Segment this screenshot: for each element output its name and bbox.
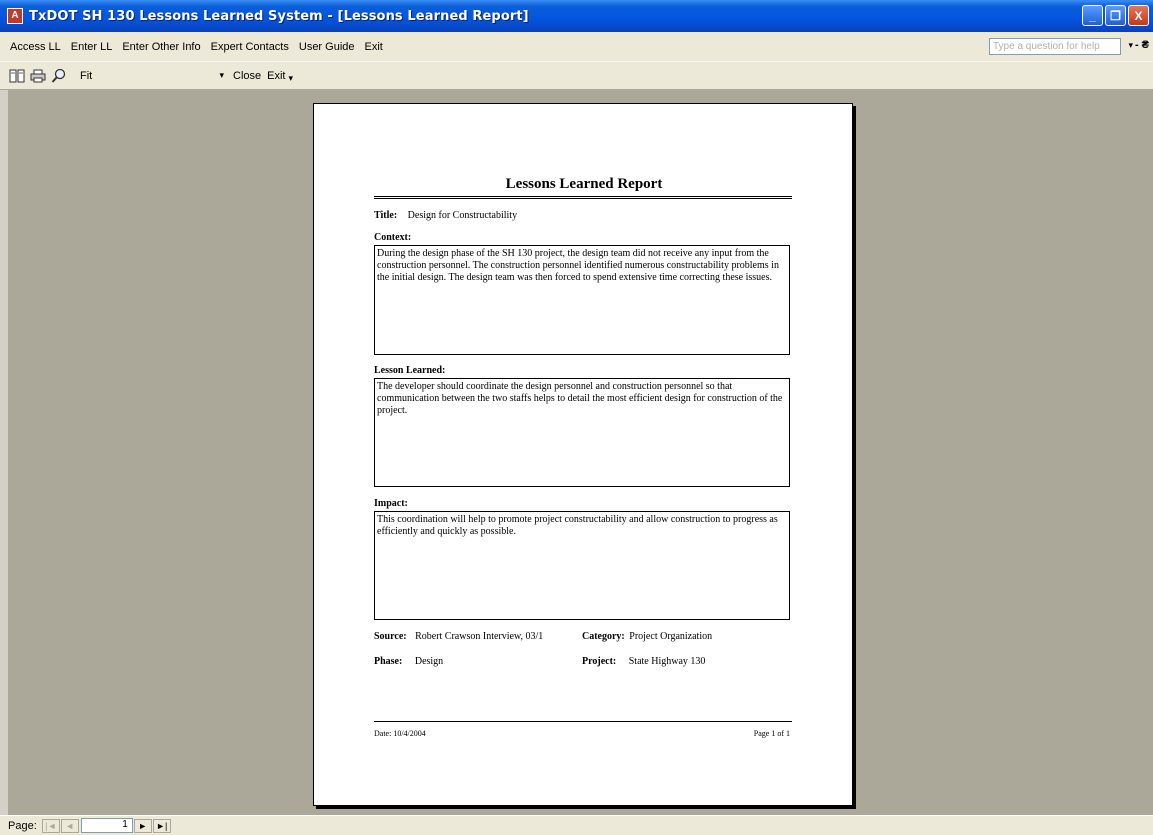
page-label: Page: <box>8 819 37 832</box>
project-value: State Highway 130 <box>628 656 706 667</box>
source-value: Robert Crawson Interview, 03/1 <box>415 631 544 642</box>
footer-date: Date: 10/4/2004 <box>374 729 426 738</box>
title-divider <box>374 196 792 199</box>
report-title: Lessons Learned Report <box>505 176 663 192</box>
next-page-icon: ► <box>138 820 148 831</box>
close-button[interactable]: Close <box>233 70 261 82</box>
title-field: Title: Design for Constructability <box>374 210 517 221</box>
category-label: Category: <box>582 631 625 642</box>
project-field: Project: State Highway 130 <box>582 656 705 667</box>
menu-enter-ll[interactable]: Enter LL <box>71 41 113 53</box>
view-icon[interactable] <box>8 67 26 85</box>
category-field: Category: Project Organization <box>582 631 712 642</box>
last-page-button[interactable]: ►| <box>152 818 171 833</box>
footer-divider <box>374 721 792 722</box>
zoom-icon[interactable] <box>50 67 68 85</box>
next-page-button[interactable]: ► <box>133 818 152 833</box>
restore-button[interactable]: ❐ <box>1105 5 1126 26</box>
window-title: TxDOT SH 130 Lessons Learned System - [L… <box>29 8 529 24</box>
report-page: Lessons Learned Report Title: Design for… <box>313 103 853 806</box>
first-page-button[interactable]: |◄ <box>41 818 60 833</box>
title-label: Title: <box>374 210 398 221</box>
print-icon[interactable] <box>29 67 47 85</box>
zoom-select[interactable]: Fit ▾ <box>77 66 227 85</box>
category-value: Project Organization <box>629 631 713 642</box>
lesson-learned-label: Lesson Learned: <box>374 365 446 376</box>
previous-page-icon: ◄ <box>65 820 75 831</box>
help-question-input[interactable]: Type a question for help <box>989 38 1121 55</box>
context-label: Context: <box>374 232 412 243</box>
title-bar: A TxDOT SH 130 Lessons Learned System - … <box>0 0 1153 32</box>
print-preview-toolbar: Fit ▾ Close Exit ▾ <box>0 62 1153 90</box>
first-page-icon: |◄ <box>45 820 57 831</box>
access-app-icon[interactable]: A <box>7 8 23 24</box>
chevron-down-icon: ▾ <box>219 70 224 80</box>
menu-expert-contacts[interactable]: Expert Contacts <box>211 41 289 53</box>
last-page-icon: ►| <box>156 820 168 831</box>
footer-page-number: Page 1 of 1 <box>753 729 790 738</box>
context-box: During the design phase of the SH 130 pr… <box>374 245 790 355</box>
lesson-learned-box: The developer should coordinate the desi… <box>374 378 790 487</box>
source-field: Source: Robert Crawson Interview, 03/1 <box>374 631 543 642</box>
zoom-value: Fit <box>80 69 93 82</box>
page-number-input[interactable]: 1 <box>80 818 133 833</box>
help-dropdown-arrow-icon[interactable]: ▾ <box>1128 40 1133 51</box>
source-label: Source: <box>374 631 407 642</box>
minimize-button[interactable]: _ <box>1082 5 1103 26</box>
phase-field: Phase: Design <box>374 656 443 667</box>
menu-access-ll[interactable]: Access LL <box>10 41 61 53</box>
window-controls: _ ❐ X <box>1082 5 1149 26</box>
impact-box: This coordination will help to promote p… <box>374 511 790 620</box>
project-label: Project: <box>582 656 617 667</box>
previous-page-button[interactable]: ◄ <box>60 818 79 833</box>
phase-value: Design <box>414 656 444 667</box>
close-window-button[interactable]: X <box>1128 5 1149 26</box>
exit-button[interactable]: Exit <box>267 70 285 82</box>
menu-bar: Access LL Enter LL Enter Other Info Expe… <box>0 32 1153 62</box>
menu-user-guide[interactable]: User Guide <box>299 41 355 53</box>
phase-label: Phase: <box>374 656 403 667</box>
menu-exit[interactable]: Exit <box>365 41 383 53</box>
toolbar-options-chevron-icon[interactable]: ▾ <box>288 73 293 84</box>
document-window-control[interactable]: - ₴ <box>1135 39 1149 51</box>
page-navigator: Page: |◄ ◄ 1 ► ►| <box>0 815 1153 835</box>
title-value: Design for Constructability <box>407 210 518 221</box>
menu-enter-other-info[interactable]: Enter Other Info <box>122 41 200 53</box>
impact-label: Impact: <box>374 498 408 509</box>
